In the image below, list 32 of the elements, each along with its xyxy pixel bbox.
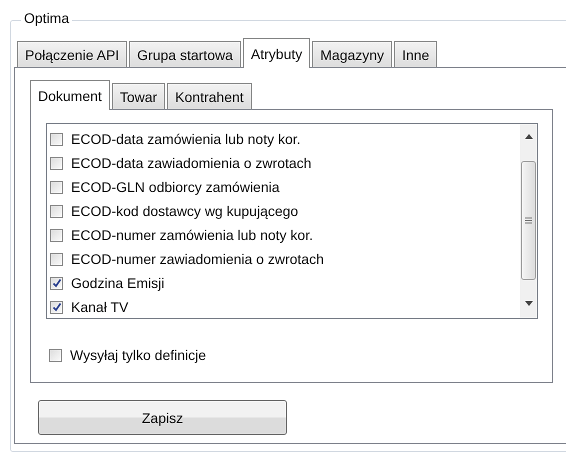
attribute-label: ECOD-data zamówienia lub noty kor. (71, 131, 301, 147)
attribute-label: ECOD-kod dostawcy wg kupującego (71, 203, 298, 219)
tab[interactable]: Dokument (30, 80, 110, 110)
scroll-down-icon[interactable] (524, 301, 532, 306)
tab[interactable]: Magazyny (312, 41, 392, 67)
tab[interactable]: Inne (394, 41, 438, 67)
checkbox[interactable] (50, 300, 63, 314)
attribute-label: ECOD-numer zawiadomienia o zwrotach (71, 251, 324, 267)
checkbox[interactable] (50, 252, 63, 266)
checkbox[interactable] (50, 132, 63, 146)
attribute-label: Kanał TV (71, 299, 128, 315)
checkbox[interactable] (50, 204, 63, 218)
attribute-label: ECOD-numer zamówienia lub noty kor. (71, 227, 313, 243)
tab[interactable]: Grupa startowa (129, 41, 241, 67)
checkbox[interactable] (50, 180, 63, 194)
checkbox[interactable] (50, 276, 63, 290)
scrollbar[interactable] (520, 124, 537, 318)
scroll-up-icon[interactable] (524, 134, 532, 139)
attribute-label: ECOD-GLN odbiorcy zamówienia (71, 179, 280, 195)
attribute-label: ECOD-data zawiadomienia o zwrotach (71, 155, 312, 171)
checkbox[interactable] (49, 348, 62, 362)
tab[interactable]: Towar (112, 83, 166, 109)
checkbox-label: Wysyłaj tylko definicje (70, 347, 206, 363)
checkbox[interactable] (50, 228, 63, 242)
save-button[interactable]: Zapisz (38, 400, 287, 435)
group-title: Optima (21, 10, 72, 26)
attribute-label: Godzina Emisji (71, 275, 164, 291)
tab[interactable]: Atrybuty (242, 38, 310, 68)
tab[interactable]: Kontrahent (167, 83, 252, 109)
tab[interactable]: Połączenie API (17, 41, 128, 67)
scroll-thumb[interactable] (521, 160, 536, 280)
checkbox[interactable] (50, 156, 63, 170)
